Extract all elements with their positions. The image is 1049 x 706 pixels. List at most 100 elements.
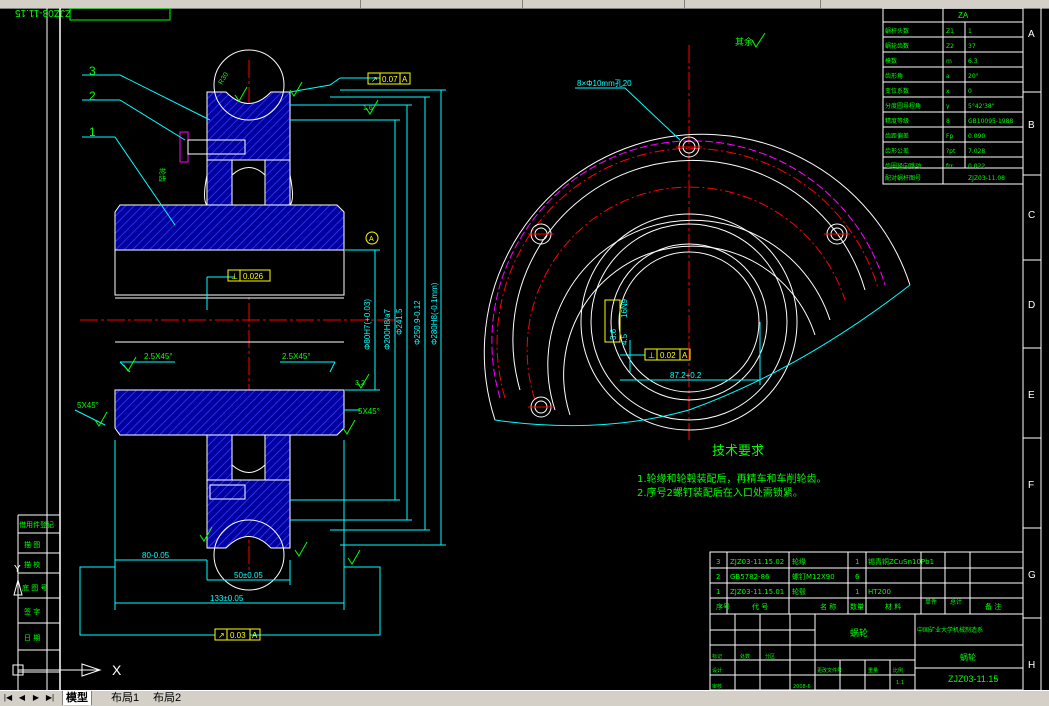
tb-mini-zone: 分区 xyxy=(765,653,775,660)
param-name: 齿距偏差 xyxy=(885,132,909,140)
param-val: 0 xyxy=(968,88,972,95)
left-strip: 借用件登记 描 图 描 校 底 图 号 签 字 日 期 xyxy=(18,520,60,673)
chamfer-right-lower: 5X45° xyxy=(358,407,380,416)
roughness-value-0: 3.2 xyxy=(355,380,365,387)
dim-overall-width: 133±0.05 xyxy=(210,594,244,603)
part-no: 1 xyxy=(716,588,720,596)
tb-mini-scale-value: 1:1 xyxy=(896,680,904,686)
toolbar-segment-layer[interactable] xyxy=(362,0,523,8)
gdt-bottom-value: 0.03 xyxy=(230,631,246,640)
part-material: HT200 xyxy=(868,588,891,596)
last-tab-button[interactable]: ▶| xyxy=(44,692,56,704)
technical-requirements: 技术要求 1.轮缘和轮毂装配后，再精车和车削轮齿。 2.序号2螺钉装配后在入口处… xyxy=(637,444,827,499)
drawing-canvas[interactable]: A B C D E F G H ZJZ03-11.15 借用件登记 描 图 描 … xyxy=(0,8,1049,690)
lower-rim-part xyxy=(206,479,291,549)
tb-header-remark: 备 注 xyxy=(985,602,1001,611)
param-sym: a xyxy=(946,73,950,80)
tb-header-total: 总计 xyxy=(950,598,962,606)
gdt-side-value: 0.02 xyxy=(660,351,676,360)
strip-label-4: 签 字 xyxy=(24,607,40,616)
leader-label-2: 2 xyxy=(89,89,96,103)
part-name: 轮缘 xyxy=(792,557,806,566)
param-val: 20° xyxy=(968,73,979,80)
gdt-top-value: 0.07 xyxy=(382,75,398,84)
tb-part-name: 蜗轮 xyxy=(850,627,868,639)
param-name: 齿圈径向跳动 xyxy=(885,162,921,170)
title-block: 3 ZJZ03-11.15.02 轮缘 1 锡青铜ZCuSn10Pb1 2 GB5782-8… xyxy=(709,551,1024,690)
dim-phi280: Φ280H8(-0.1mm) xyxy=(430,282,439,345)
toolbar-segment-color[interactable] xyxy=(822,0,1049,8)
gdt-top-sym: ↗ xyxy=(371,75,378,84)
leader-label-1: 1 xyxy=(89,125,96,139)
param-name: 分度圆导程角 xyxy=(885,102,921,110)
part-name: 螺钉M12X90 xyxy=(792,572,835,581)
param-name: 变位系数 xyxy=(885,87,909,95)
tb-mini-changeno: 更改文件号 xyxy=(817,667,842,674)
gdt-side-datum: A xyxy=(682,351,688,360)
root-arc xyxy=(491,140,886,399)
ucs-x-label: X xyxy=(112,662,122,678)
tb-mini-weight: 重量 xyxy=(868,667,878,674)
gdt-bottom-sym: ↗ xyxy=(218,631,225,640)
param-val: ZJZ03-11.08 xyxy=(968,175,1005,182)
next-tab-button[interactable]: ▶ xyxy=(30,692,42,704)
surface-note: 其余 xyxy=(735,36,753,47)
tb-header-qty: 数量 xyxy=(850,602,864,611)
keyway-dim-a: 4.5 xyxy=(620,333,629,345)
misc-top-label: R30 xyxy=(218,71,231,86)
param-val: 5°42'38" xyxy=(968,103,995,110)
chamfer-right-upper: 2.5X45° xyxy=(282,352,311,361)
tab-layout2[interactable]: 布局2 xyxy=(150,691,184,705)
param-header-value: ZA xyxy=(958,11,969,20)
param-sym: ?pt xyxy=(946,148,956,155)
param-name: 蜗杆头数 xyxy=(885,27,909,35)
param-sym: γ xyxy=(946,103,950,110)
chamfer-left-upper: 2.5X45° xyxy=(144,352,173,361)
param-name: 精度等级 xyxy=(885,117,909,125)
toolbar-segment-linetype[interactable] xyxy=(524,0,685,8)
part-name: 轮毂 xyxy=(792,587,806,596)
param-name: 配对蜗杆图号 xyxy=(885,174,921,182)
ucs-icon: Y X xyxy=(12,564,122,678)
keyway-dim-c: 16N9 xyxy=(620,298,629,318)
keyway-dim-d: 87.2+0.2 xyxy=(670,371,702,380)
parameter-table: ZA 蜗杆头数 Z1 1 蜗轮齿数 Z2 37 模数 m 6.3 齿形角 a 20° 变位系数 x 0 分度圆… xyxy=(882,8,1024,185)
datum-a-label: A xyxy=(369,236,374,243)
part-code: ZJZ03-11.15.01 xyxy=(730,588,784,596)
tech-title: 技术要求 xyxy=(712,444,764,459)
part-code: GB5782-86 xyxy=(730,573,770,581)
part-qty: 6 xyxy=(855,573,860,581)
param-sym: frr xyxy=(946,163,953,170)
prev-tab-button[interactable]: ◀ xyxy=(16,692,28,704)
border-letter-a: A xyxy=(1028,29,1035,40)
pitch-arc xyxy=(496,148,879,399)
keyway-dim-b: 3.6 xyxy=(609,328,618,340)
dim-rim-width: 50±0.05 xyxy=(234,571,263,580)
part-qty: 1 xyxy=(855,558,859,566)
bolt-upper xyxy=(179,131,189,163)
param-val: 0.022 xyxy=(968,163,985,170)
toolbar-segment-left[interactable] xyxy=(0,0,361,8)
strip-label-0: 借用件登记 xyxy=(19,520,54,529)
side-vertical-label: 轮齿 xyxy=(158,168,167,182)
lower-web xyxy=(114,389,345,436)
tb-mini-mark: 标记 xyxy=(712,653,722,660)
dim-phi200: Φ200H8/a7 xyxy=(383,308,392,350)
first-tab-button[interactable]: |◀ xyxy=(2,692,14,704)
tb-drawing-no: ZJZ03-11.15 xyxy=(948,674,998,684)
tab-layout1[interactable]: 布局1 xyxy=(108,691,142,705)
part-no: 3 xyxy=(716,558,720,566)
tb-header-unit: 单件 xyxy=(925,598,937,606)
tb-header-material: 材 料 xyxy=(885,602,901,611)
vertical-dim-texts: Φ80H7(+0.03) Φ200H8/a7 Φ241.5 Φ250.9-0.1… xyxy=(363,282,439,350)
dim-phi250: Φ250.9-0.12 xyxy=(413,300,422,345)
param-val: 6.3 xyxy=(968,58,978,65)
tb-mini-scale: 比例 xyxy=(893,667,903,674)
tab-model[interactable]: 模型 xyxy=(62,691,92,705)
tb-header-code: 代 号 xyxy=(752,602,768,611)
ucs-y-label: Y xyxy=(14,564,21,575)
toolbar-segment-lineweight[interactable] xyxy=(686,0,821,8)
tech-note-1: 1.轮缘和轮毂装配后，再精车和车削轮齿。 xyxy=(637,472,827,485)
tb-mini-review: 审核 xyxy=(712,683,722,690)
part-code: ZJZ03-11.15.02 xyxy=(730,558,784,566)
